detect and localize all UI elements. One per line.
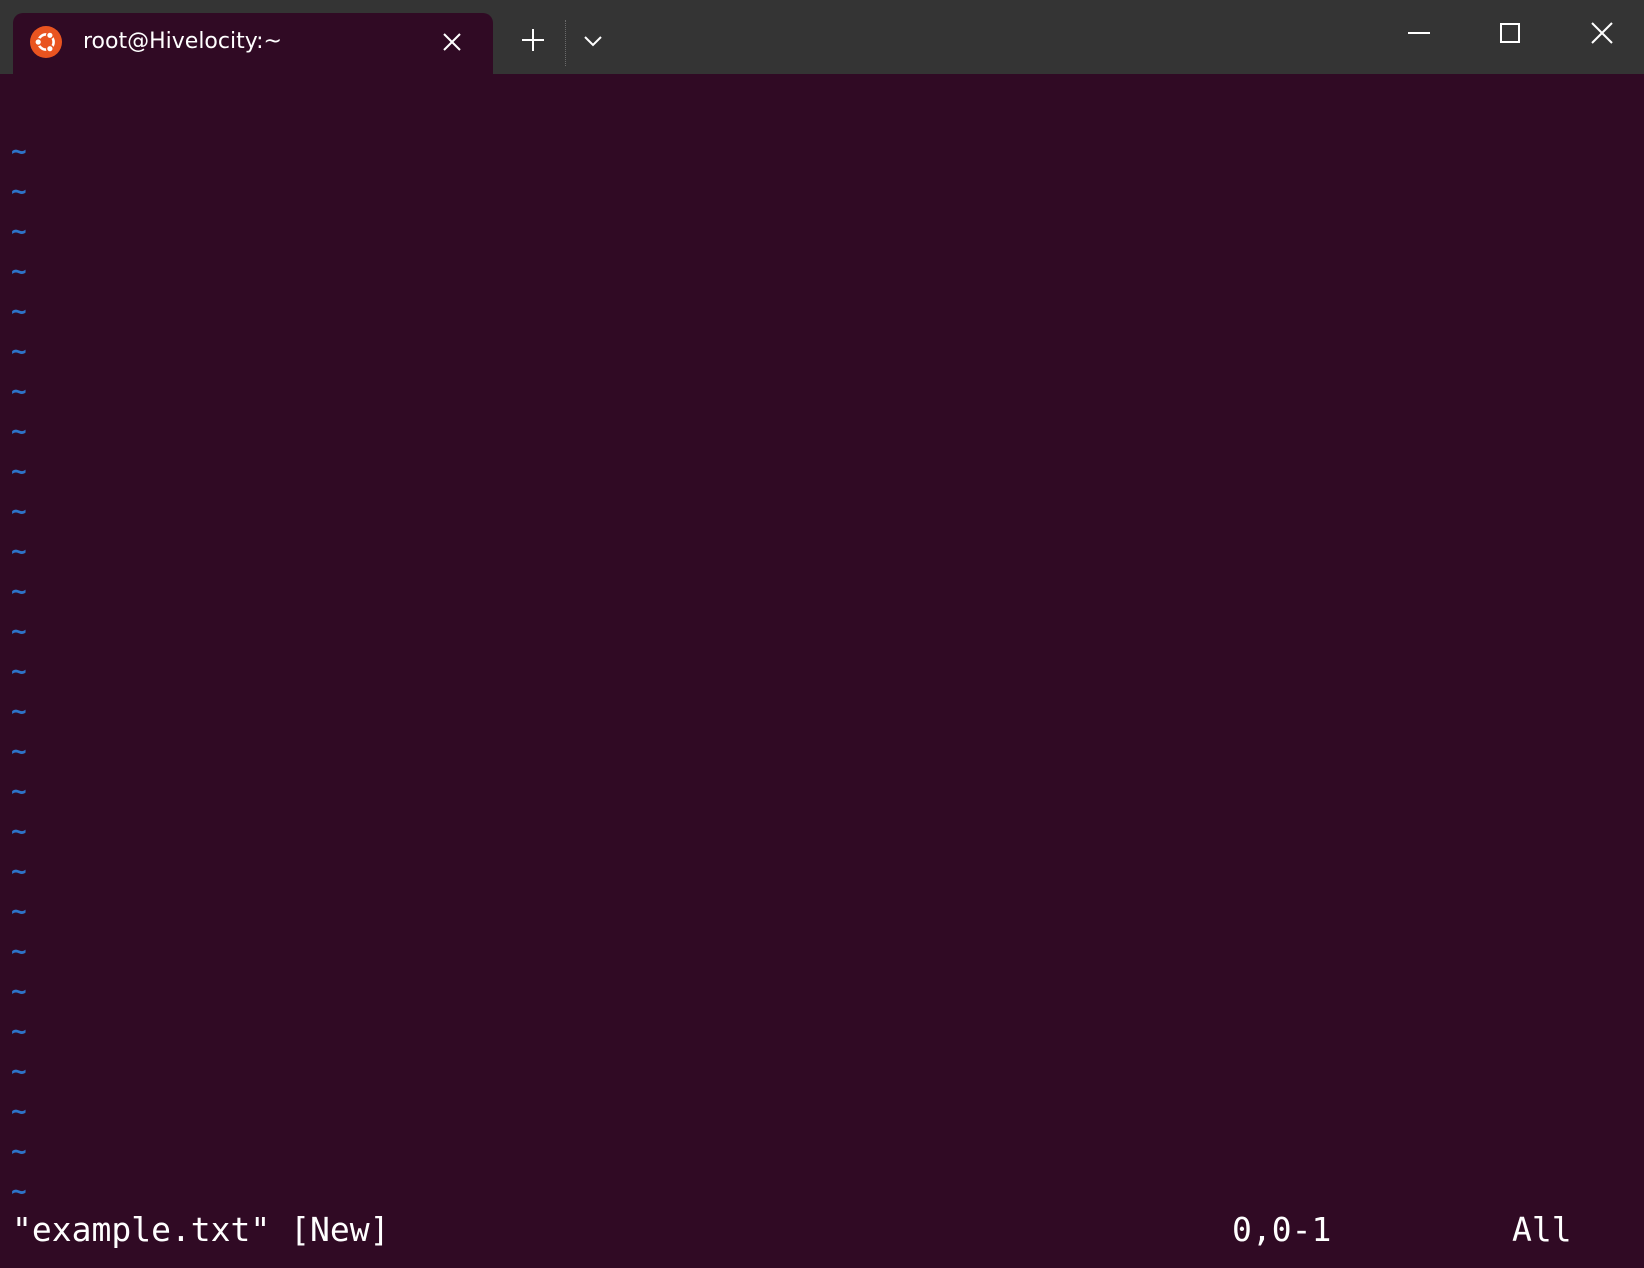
empty-line-tilde: ~: [11, 137, 27, 167]
empty-line-tilde: ~: [11, 777, 27, 807]
empty-line-markers: ~ ~ ~ ~ ~ ~ ~ ~ ~ ~ ~ ~ ~ ~ ~ ~ ~ ~ ~ ~ ~ ~ ~ ~ ~ ~ ~: [11, 132, 27, 1212]
empty-line-tilde: ~: [11, 937, 27, 967]
empty-line-tilde: ~: [11, 737, 27, 767]
empty-line-tilde: ~: [11, 217, 27, 247]
empty-line-tilde: ~: [11, 897, 27, 927]
empty-line-tilde: ~: [11, 177, 27, 207]
status-cursor-position: 0,0-1: [1232, 1210, 1332, 1249]
empty-line-tilde: ~: [11, 657, 27, 687]
empty-line-tilde: ~: [11, 857, 27, 887]
chevron-down-icon[interactable]: [580, 28, 606, 54]
empty-line-tilde: ~: [11, 1017, 27, 1047]
empty-line-tilde: ~: [11, 577, 27, 607]
title-bar: root@Hivelocity:~: [0, 0, 1644, 74]
empty-line-tilde: ~: [11, 377, 27, 407]
empty-line-tilde: ~: [11, 817, 27, 847]
empty-line-tilde: ~: [11, 617, 27, 647]
close-icon[interactable]: [1585, 16, 1619, 50]
close-tab-icon[interactable]: [439, 29, 465, 55]
maximize-icon[interactable]: [1493, 16, 1527, 50]
empty-line-tilde: ~: [11, 497, 27, 527]
terminal-area[interactable]: ~ ~ ~ ~ ~ ~ ~ ~ ~ ~ ~ ~ ~ ~ ~ ~ ~ ~ ~ ~ ~ ~ ~ ~ ~ ~ ~ "example.txt…: [0, 74, 1644, 1268]
empty-line-tilde: ~: [11, 337, 27, 367]
empty-line-tilde: ~: [11, 537, 27, 567]
tab-title: root@Hivelocity:~: [83, 29, 282, 54]
ubuntu-logo-icon: [30, 26, 62, 58]
empty-line-tilde: ~: [11, 1097, 27, 1127]
minimize-icon[interactable]: [1402, 16, 1436, 50]
status-view-position: All: [1512, 1210, 1572, 1249]
empty-line-tilde: ~: [11, 697, 27, 727]
empty-line-tilde: ~: [11, 417, 27, 447]
terminal-tab-active[interactable]: root@Hivelocity:~: [13, 13, 493, 74]
empty-line-tilde: ~: [11, 977, 27, 1007]
empty-line-tilde: ~: [11, 297, 27, 327]
empty-line-tilde: ~: [11, 1137, 27, 1167]
tab-separator: [565, 20, 566, 66]
status-file-name: "example.txt" [New]: [12, 1210, 390, 1249]
new-tab-plus-icon[interactable]: [518, 25, 548, 55]
vim-status-line: "example.txt" [New] 0,0-1 All: [0, 1208, 1644, 1252]
empty-line-tilde: ~: [11, 1177, 27, 1207]
empty-line-tilde: ~: [11, 1057, 27, 1087]
empty-line-tilde: ~: [11, 257, 27, 287]
empty-line-tilde: ~: [11, 457, 27, 487]
